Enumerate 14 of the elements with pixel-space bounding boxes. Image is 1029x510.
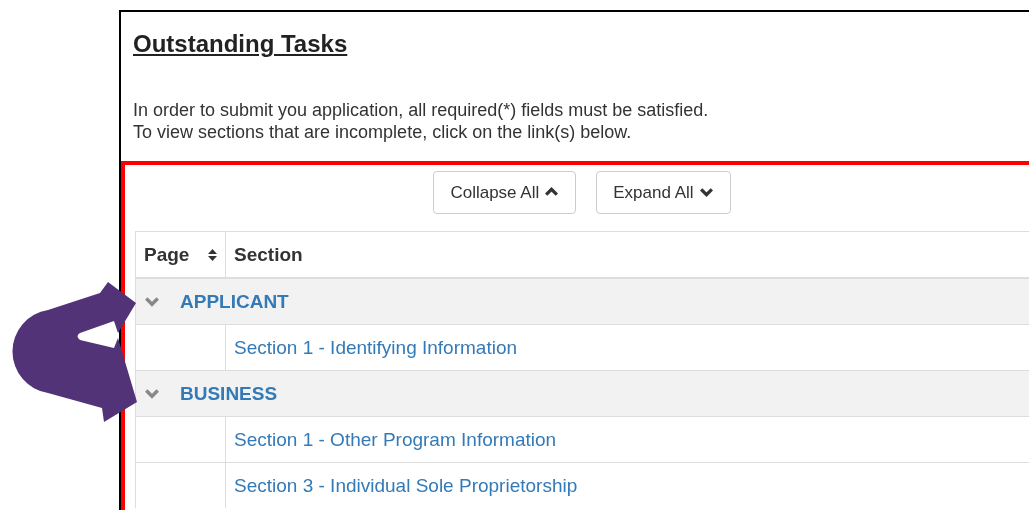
group-row[interactable]: APPLICANT bbox=[135, 278, 1029, 325]
sort-icon[interactable] bbox=[208, 247, 217, 262]
group-name[interactable]: APPLICANT bbox=[180, 290, 289, 313]
instruction-text: In order to submit you application, all required(*) fields must be satisfied. bbox=[133, 99, 710, 121]
section-link[interactable]: Section 3 - Individual Sole Proprietorship bbox=[234, 474, 578, 496]
panel-title: Outstanding Tasks bbox=[133, 30, 349, 58]
toggle-button[interactable]: Expand All bbox=[596, 171, 731, 214]
toggle-button[interactable]: Collapse All bbox=[433, 171, 577, 214]
chevron-down-icon bbox=[698, 185, 714, 200]
instruction-text: To view sections that are incomplete, click on the link(s) below. bbox=[133, 121, 633, 143]
section-link[interactable]: Section 1 - Other Program Information bbox=[234, 428, 557, 450]
group-name[interactable]: BUSINESS bbox=[180, 382, 278, 405]
section-link[interactable]: Section 1 - Identifying Information bbox=[234, 336, 518, 358]
group-row[interactable]: BUSINESS bbox=[135, 370, 1029, 417]
